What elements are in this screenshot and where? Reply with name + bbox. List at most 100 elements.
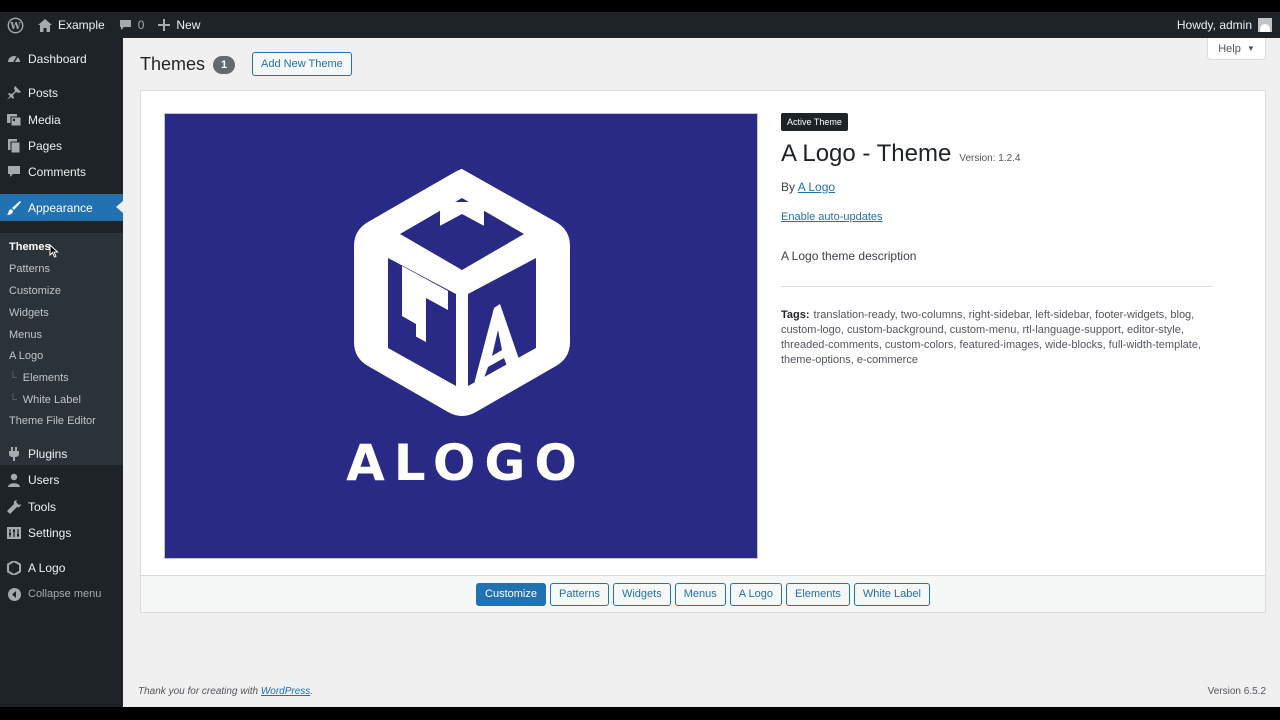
new-label: New <box>176 18 201 32</box>
tags-list: translation-ready, two-columns, right-si… <box>781 309 1201 366</box>
avatar <box>1258 18 1272 32</box>
menu-item-settings[interactable]: Settings <box>0 520 123 546</box>
help-label: Help <box>1218 42 1241 55</box>
appearance-submenu: Themes Patterns Customize Widgets Menus … <box>0 233 123 465</box>
menu-item-tools[interactable]: Tools <box>0 494 123 520</box>
menu-item-appearance[interactable]: Appearance <box>0 194 123 221</box>
theme-actions-bar: Customize Patterns Widgets Menus A Logo … <box>141 575 1265 612</box>
admin-bar: W Example 0 New Howdy, admin <box>0 12 1280 38</box>
alogo-button[interactable]: A Logo <box>729 582 783 606</box>
menu-label-appearance: Appearance <box>28 200 93 215</box>
collapse-label: Collapse menu <box>28 588 102 600</box>
comments-count: 0 <box>137 18 145 32</box>
site-name: Example <box>58 18 105 32</box>
submenu-patterns[interactable]: Patterns <box>9 263 50 275</box>
help-tab-button[interactable]: Help ▼ <box>1207 38 1266 60</box>
submenu-themes[interactable]: Themes <box>9 241 51 253</box>
menu-label-dashboard: Dashboard <box>28 52 87 66</box>
pages-icon <box>7 139 21 153</box>
wordpress-logo-icon[interactable]: W <box>0 12 31 38</box>
elements-button[interactable]: Elements <box>786 582 850 606</box>
media-icon <box>7 113 21 127</box>
svg-text:W: W <box>9 20 21 31</box>
footer-thanks-suffix: . <box>310 686 314 697</box>
menu-item-comments[interactable]: Comments <box>0 159 123 185</box>
author-by-label: By <box>781 180 796 194</box>
theme-description: A Logo theme description <box>781 249 917 263</box>
tree-branch-icon: └ <box>9 372 17 384</box>
site-name-link[interactable]: Example <box>31 12 112 38</box>
mouse-cursor-icon <box>49 244 59 258</box>
my-account[interactable]: Howdy, admin <box>1170 12 1280 38</box>
menu-label-posts: Posts <box>28 86 59 100</box>
menu-item-users[interactable]: Users <box>0 467 123 493</box>
customize-button[interactable]: Customize <box>476 582 546 606</box>
footer-thanks-prefix: Thank you for creating with <box>138 686 259 697</box>
comment-bubble-icon <box>119 19 132 31</box>
submenu-white-label-label: White Label <box>22 394 81 406</box>
page-title: Themes 1 <box>140 54 236 75</box>
theme-details-panel: ALOGO Active Theme A Logo - Theme Versio… <box>140 90 1266 613</box>
theme-count-badge: 1 <box>213 55 236 74</box>
settings-sliders-icon <box>7 526 21 540</box>
pushpin-icon <box>7 86 21 100</box>
comments-link[interactable]: 0 <box>112 12 152 38</box>
admin-sidebar: Dashboard Posts Media Pages Comments App… <box>0 38 123 707</box>
dashboard-icon <box>7 52 21 66</box>
submenu-alogo[interactable]: A Logo <box>9 350 43 362</box>
menu-label-settings: Settings <box>28 526 72 540</box>
widgets-button[interactable]: Widgets <box>612 582 671 606</box>
plug-icon <box>7 447 21 461</box>
submenu-theme-file-editor[interactable]: Theme File Editor <box>9 415 96 427</box>
submenu-elements-label: Elements <box>22 372 69 384</box>
alogo-wordmark: ALOGO <box>346 434 586 492</box>
author-link[interactable]: A Logo <box>798 180 835 194</box>
menu-item-posts[interactable]: Posts <box>0 80 123 106</box>
submenu-widgets[interactable]: Widgets <box>9 307 49 319</box>
menu-label-media: Media <box>28 113 61 127</box>
footer-thanks: Thank you for creating with WordPress. <box>138 686 313 697</box>
theme-name-row: A Logo - Theme Version: 1.2.4 <box>781 140 1213 168</box>
theme-tags: Tags: translation-ready, two-columns, rig… <box>781 308 1213 368</box>
menu-item-media[interactable]: Media <box>0 107 123 133</box>
footer-version: Version 6.5.2 <box>1207 686 1266 697</box>
menu-label-plugins: Plugins <box>28 447 68 461</box>
active-theme-badge: Active Theme <box>781 113 848 131</box>
submenu-white-label[interactable]: └ White Label <box>9 394 81 406</box>
howdy-text: Howdy, admin <box>1176 18 1252 32</box>
menu-label-alogo: A Logo <box>28 561 66 575</box>
menu-item-dashboard[interactable]: Dashboard <box>0 46 123 72</box>
new-content-link[interactable]: New <box>151 12 207 38</box>
theme-author: By A Logo <box>781 180 1213 194</box>
wrench-icon <box>7 500 21 514</box>
main-content: Themes 1 Add New Theme Help ▼ ALOGO Acti… <box>123 38 1280 707</box>
theme-info: Active Theme A Logo - Theme Version: 1.2… <box>781 113 1213 368</box>
comments-icon <box>7 165 21 179</box>
theme-screenshot: ALOGO <box>164 113 758 559</box>
menus-button[interactable]: Menus <box>674 582 726 606</box>
collapse-arrow-icon <box>7 587 21 601</box>
caret-down-icon: ▼ <box>1246 44 1255 53</box>
menu-item-alogo[interactable]: A Logo <box>0 555 123 581</box>
white-label-button[interactable]: White Label <box>853 582 930 606</box>
enable-auto-updates-link[interactable]: Enable auto-updates <box>781 211 883 223</box>
alogo-cube-icon <box>7 561 21 575</box>
menu-item-pages[interactable]: Pages <box>0 133 123 159</box>
add-new-theme-button[interactable]: Add New Theme <box>252 52 352 76</box>
menu-item-plugins[interactable]: Plugins <box>0 441 123 467</box>
wordpress-link[interactable]: WordPress <box>261 686 310 697</box>
plus-icon <box>158 19 171 31</box>
paintbrush-icon <box>7 200 21 215</box>
page-title-text: Themes <box>140 54 206 74</box>
home-icon <box>38 18 52 32</box>
patterns-button[interactable]: Patterns <box>550 582 609 606</box>
browser-frame: W Example 0 New Howdy, admin Dashboard P… <box>0 12 1280 707</box>
tags-label: Tags: <box>781 309 810 321</box>
submenu-elements[interactable]: └ Elements <box>9 372 69 384</box>
alogo-cube-logo <box>354 168 570 416</box>
submenu-customize[interactable]: Customize <box>9 285 61 297</box>
menu-label-comments: Comments <box>28 165 87 179</box>
collapse-menu-button[interactable]: Collapse menu <box>0 581 123 607</box>
menu-label-pages: Pages <box>28 139 63 153</box>
submenu-menus[interactable]: Menus <box>9 329 42 341</box>
